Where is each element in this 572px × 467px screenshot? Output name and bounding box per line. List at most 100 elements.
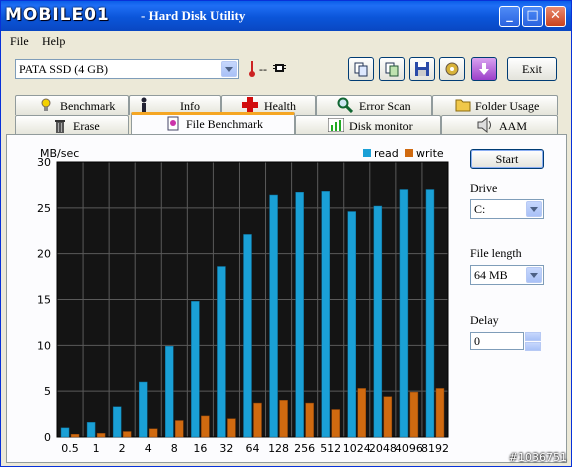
y-tick-label: 15 bbox=[37, 294, 51, 307]
tab-error-scan-label: Error Scan bbox=[359, 99, 411, 113]
bar-read bbox=[295, 192, 304, 438]
bar-write bbox=[435, 388, 445, 438]
minimize-button[interactable]: _ bbox=[499, 6, 520, 27]
x-tick-label: 8192 bbox=[421, 442, 449, 455]
bar-read bbox=[399, 189, 409, 438]
bar-read bbox=[373, 205, 383, 438]
tab-benchmark[interactable]: Benchmark bbox=[15, 95, 129, 115]
copy-button[interactable] bbox=[348, 57, 374, 81]
y-tick-label: 25 bbox=[37, 202, 51, 215]
tab-error-scan[interactable]: Error Scan bbox=[316, 95, 432, 115]
menu-file[interactable]: File bbox=[10, 34, 29, 49]
x-tick-label: 1 bbox=[93, 442, 100, 455]
delay-label: Delay bbox=[470, 313, 499, 327]
legend-swatch-write bbox=[405, 149, 413, 157]
copy-alt-icon bbox=[385, 62, 399, 77]
tab-erase[interactable]: Erase bbox=[15, 115, 129, 135]
copy-alt-button[interactable] bbox=[379, 57, 405, 81]
y-axis-label: MB/sec bbox=[40, 147, 79, 160]
app-logo: MOBILE01 bbox=[5, 5, 110, 25]
x-tick-label: 2 bbox=[119, 442, 126, 455]
bar-write bbox=[383, 396, 393, 438]
drive-select[interactable]: PATA SSD (4 GB) bbox=[15, 59, 239, 79]
bar-write bbox=[331, 409, 340, 438]
window-title: - Hard Disk Utility bbox=[141, 8, 246, 23]
download-icon bbox=[479, 63, 489, 75]
file-length-value: 64 MB bbox=[474, 268, 508, 282]
settings-icon bbox=[445, 62, 459, 76]
bar-read bbox=[347, 211, 357, 438]
chevron-down-icon[interactable] bbox=[526, 267, 542, 283]
drive-select-value: PATA SSD (4 GB) bbox=[19, 62, 108, 76]
chart-icon bbox=[328, 118, 344, 132]
tab-disk-monitor[interactable]: Disk monitor bbox=[295, 115, 441, 135]
menu-bar: File Help bbox=[1, 31, 571, 51]
bar-read bbox=[321, 191, 330, 438]
thermometer-icon bbox=[249, 61, 255, 77]
maximize-button[interactable]: □ bbox=[522, 6, 543, 27]
menu-help[interactable]: Help bbox=[42, 34, 65, 49]
tab-benchmark-label: Benchmark bbox=[60, 99, 116, 113]
download-button[interactable] bbox=[471, 57, 497, 81]
health-icon bbox=[242, 97, 258, 113]
tab-folder-usage[interactable]: Folder Usage bbox=[432, 95, 558, 115]
file-length-label: File length bbox=[470, 246, 522, 260]
bar-write bbox=[148, 428, 158, 438]
bar-write bbox=[201, 415, 210, 438]
x-tick-label: 16 bbox=[193, 442, 207, 455]
file-length-combo[interactable]: 64 MB bbox=[470, 265, 544, 285]
bar-read bbox=[191, 301, 200, 438]
x-tick-label: 32 bbox=[219, 442, 233, 455]
spin-down-icon[interactable] bbox=[525, 342, 541, 351]
y-tick-label: 5 bbox=[44, 385, 51, 398]
tab-folder-usage-label: Folder Usage bbox=[475, 99, 540, 113]
bar-read bbox=[165, 346, 174, 438]
x-tick-label: 8 bbox=[171, 442, 178, 455]
title-bar[interactable]: MOBILE01 - Hard Disk Utility _ □ ✕ bbox=[1, 1, 571, 31]
bar-read bbox=[86, 422, 96, 438]
tab-disk-monitor-label: Disk monitor bbox=[349, 119, 413, 133]
bar-read bbox=[217, 266, 226, 438]
x-tick-label: 512 bbox=[320, 442, 341, 455]
bar-read bbox=[425, 189, 435, 438]
x-tick-label: 256 bbox=[294, 442, 315, 455]
close-button[interactable]: ✕ bbox=[545, 6, 566, 27]
benchmark-icon bbox=[41, 98, 51, 111]
spin-up-icon[interactable] bbox=[525, 332, 541, 341]
start-button[interactable]: Start bbox=[470, 149, 544, 169]
drive-combo[interactable]: C: bbox=[470, 199, 544, 219]
copy-icon bbox=[354, 62, 368, 77]
bar-read bbox=[60, 427, 70, 438]
drive-label: Drive bbox=[470, 181, 498, 195]
x-tick-label: 1024 bbox=[343, 442, 371, 455]
bar-write bbox=[253, 402, 262, 438]
speaker-icon bbox=[477, 117, 491, 133]
bar-write bbox=[175, 420, 184, 438]
drive-combo-value: C: bbox=[474, 202, 486, 216]
x-tick-label: 64 bbox=[246, 442, 260, 455]
settings-button[interactable] bbox=[439, 57, 465, 81]
chevron-down-icon[interactable] bbox=[526, 201, 542, 217]
bar-write bbox=[70, 434, 80, 438]
search-icon bbox=[337, 97, 353, 113]
tab-file-benchmark[interactable]: File Benchmark bbox=[131, 112, 295, 134]
x-tick-label: 2048 bbox=[369, 442, 397, 455]
x-tick-label: 128 bbox=[268, 442, 289, 455]
delay-value: 0 bbox=[474, 334, 480, 348]
bar-write bbox=[305, 402, 314, 438]
folder-icon bbox=[455, 99, 471, 112]
exit-button[interactable]: Exit bbox=[507, 57, 557, 81]
benchmark-chart: 051015202530MB/sec0.5 1 2 4 8 16 32 64 128 256 512… bbox=[37, 147, 449, 455]
y-tick-label: 0 bbox=[44, 431, 51, 444]
tab-file-benchmark-label: File Benchmark bbox=[186, 117, 263, 131]
delay-spinner[interactable] bbox=[525, 332, 541, 351]
info-icon bbox=[141, 97, 147, 112]
bar-read bbox=[243, 234, 252, 438]
tab-aam[interactable]: AAM bbox=[441, 115, 558, 135]
bar-read bbox=[269, 194, 278, 438]
y-tick-label: 10 bbox=[37, 339, 51, 352]
chevron-down-icon[interactable] bbox=[221, 61, 237, 77]
delay-input[interactable]: 0 bbox=[470, 332, 524, 350]
save-button[interactable] bbox=[409, 57, 435, 81]
trash-icon bbox=[55, 120, 65, 133]
